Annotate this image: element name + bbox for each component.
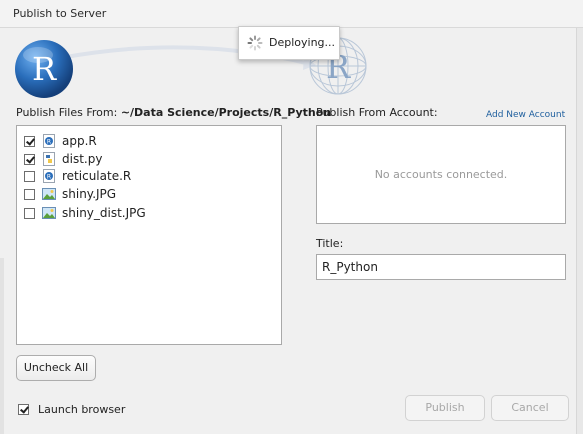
publish-files-from-label: Publish Files From: ~/Data Science/Proje… xyxy=(16,106,331,119)
file-name: app.R xyxy=(62,134,97,148)
dialog-title-bar: Publish to Server xyxy=(0,0,583,28)
publish-files-from-text: Publish Files From: xyxy=(16,106,118,119)
uncheck-all-button[interactable]: Uncheck All xyxy=(16,355,96,381)
cancel-button[interactable]: Cancel xyxy=(491,395,569,421)
file-checkbox[interactable] xyxy=(24,136,35,147)
file-name: reticulate.R xyxy=(62,169,132,183)
title-label: Title: xyxy=(316,237,344,250)
file-checkbox[interactable] xyxy=(24,171,35,182)
background-window-edge-left xyxy=(0,258,4,434)
no-accounts-message: No accounts connected. xyxy=(374,168,508,181)
r-logo-icon: R xyxy=(15,40,73,98)
deploying-status-popup: Deploying... xyxy=(238,26,340,60)
dialog-title: Publish to Server xyxy=(13,7,107,20)
svg-text:R: R xyxy=(47,138,51,145)
image-file-icon xyxy=(42,188,56,200)
file-row-app-r[interactable]: R app.R xyxy=(23,133,273,150)
svg-text:R: R xyxy=(47,173,51,180)
title-input[interactable] xyxy=(316,254,566,280)
deploying-status-text: Deploying... xyxy=(269,36,336,49)
file-list[interactable]: R app.R dist.py R reticulate.R shiny.JPG xyxy=(16,125,282,345)
project-path: ~/Data Science/Projects/R_Python xyxy=(120,106,332,119)
background-window-edge xyxy=(576,28,583,434)
file-row-shiny-dist-jpg[interactable]: shiny_dist.JPG xyxy=(23,205,273,222)
file-checkbox[interactable] xyxy=(24,189,35,200)
file-name: dist.py xyxy=(62,152,103,166)
account-list[interactable]: No accounts connected. xyxy=(316,125,566,224)
python-file-icon xyxy=(43,152,55,166)
image-file-icon xyxy=(42,207,56,219)
svg-text:R: R xyxy=(32,50,57,88)
r-file-icon: R xyxy=(43,169,55,183)
file-name: shiny.JPG xyxy=(62,187,117,201)
file-row-dist-py[interactable]: dist.py xyxy=(23,151,273,168)
file-row-reticulate-r[interactable]: R reticulate.R xyxy=(23,168,273,185)
launch-browser-checkbox[interactable] xyxy=(18,404,29,415)
file-name: shiny_dist.JPG xyxy=(62,206,146,220)
launch-browser-label: Launch browser xyxy=(38,403,126,416)
file-checkbox[interactable] xyxy=(24,208,35,219)
add-new-account-link[interactable]: Add New Account xyxy=(486,110,565,120)
publish-from-account-label: Publish From Account: xyxy=(316,106,438,119)
file-checkbox[interactable] xyxy=(24,154,35,165)
loading-spinner-icon xyxy=(247,35,263,51)
r-file-icon: R xyxy=(43,134,55,148)
file-row-shiny-jpg[interactable]: shiny.JPG xyxy=(23,186,273,203)
publish-button[interactable]: Publish xyxy=(405,395,485,421)
